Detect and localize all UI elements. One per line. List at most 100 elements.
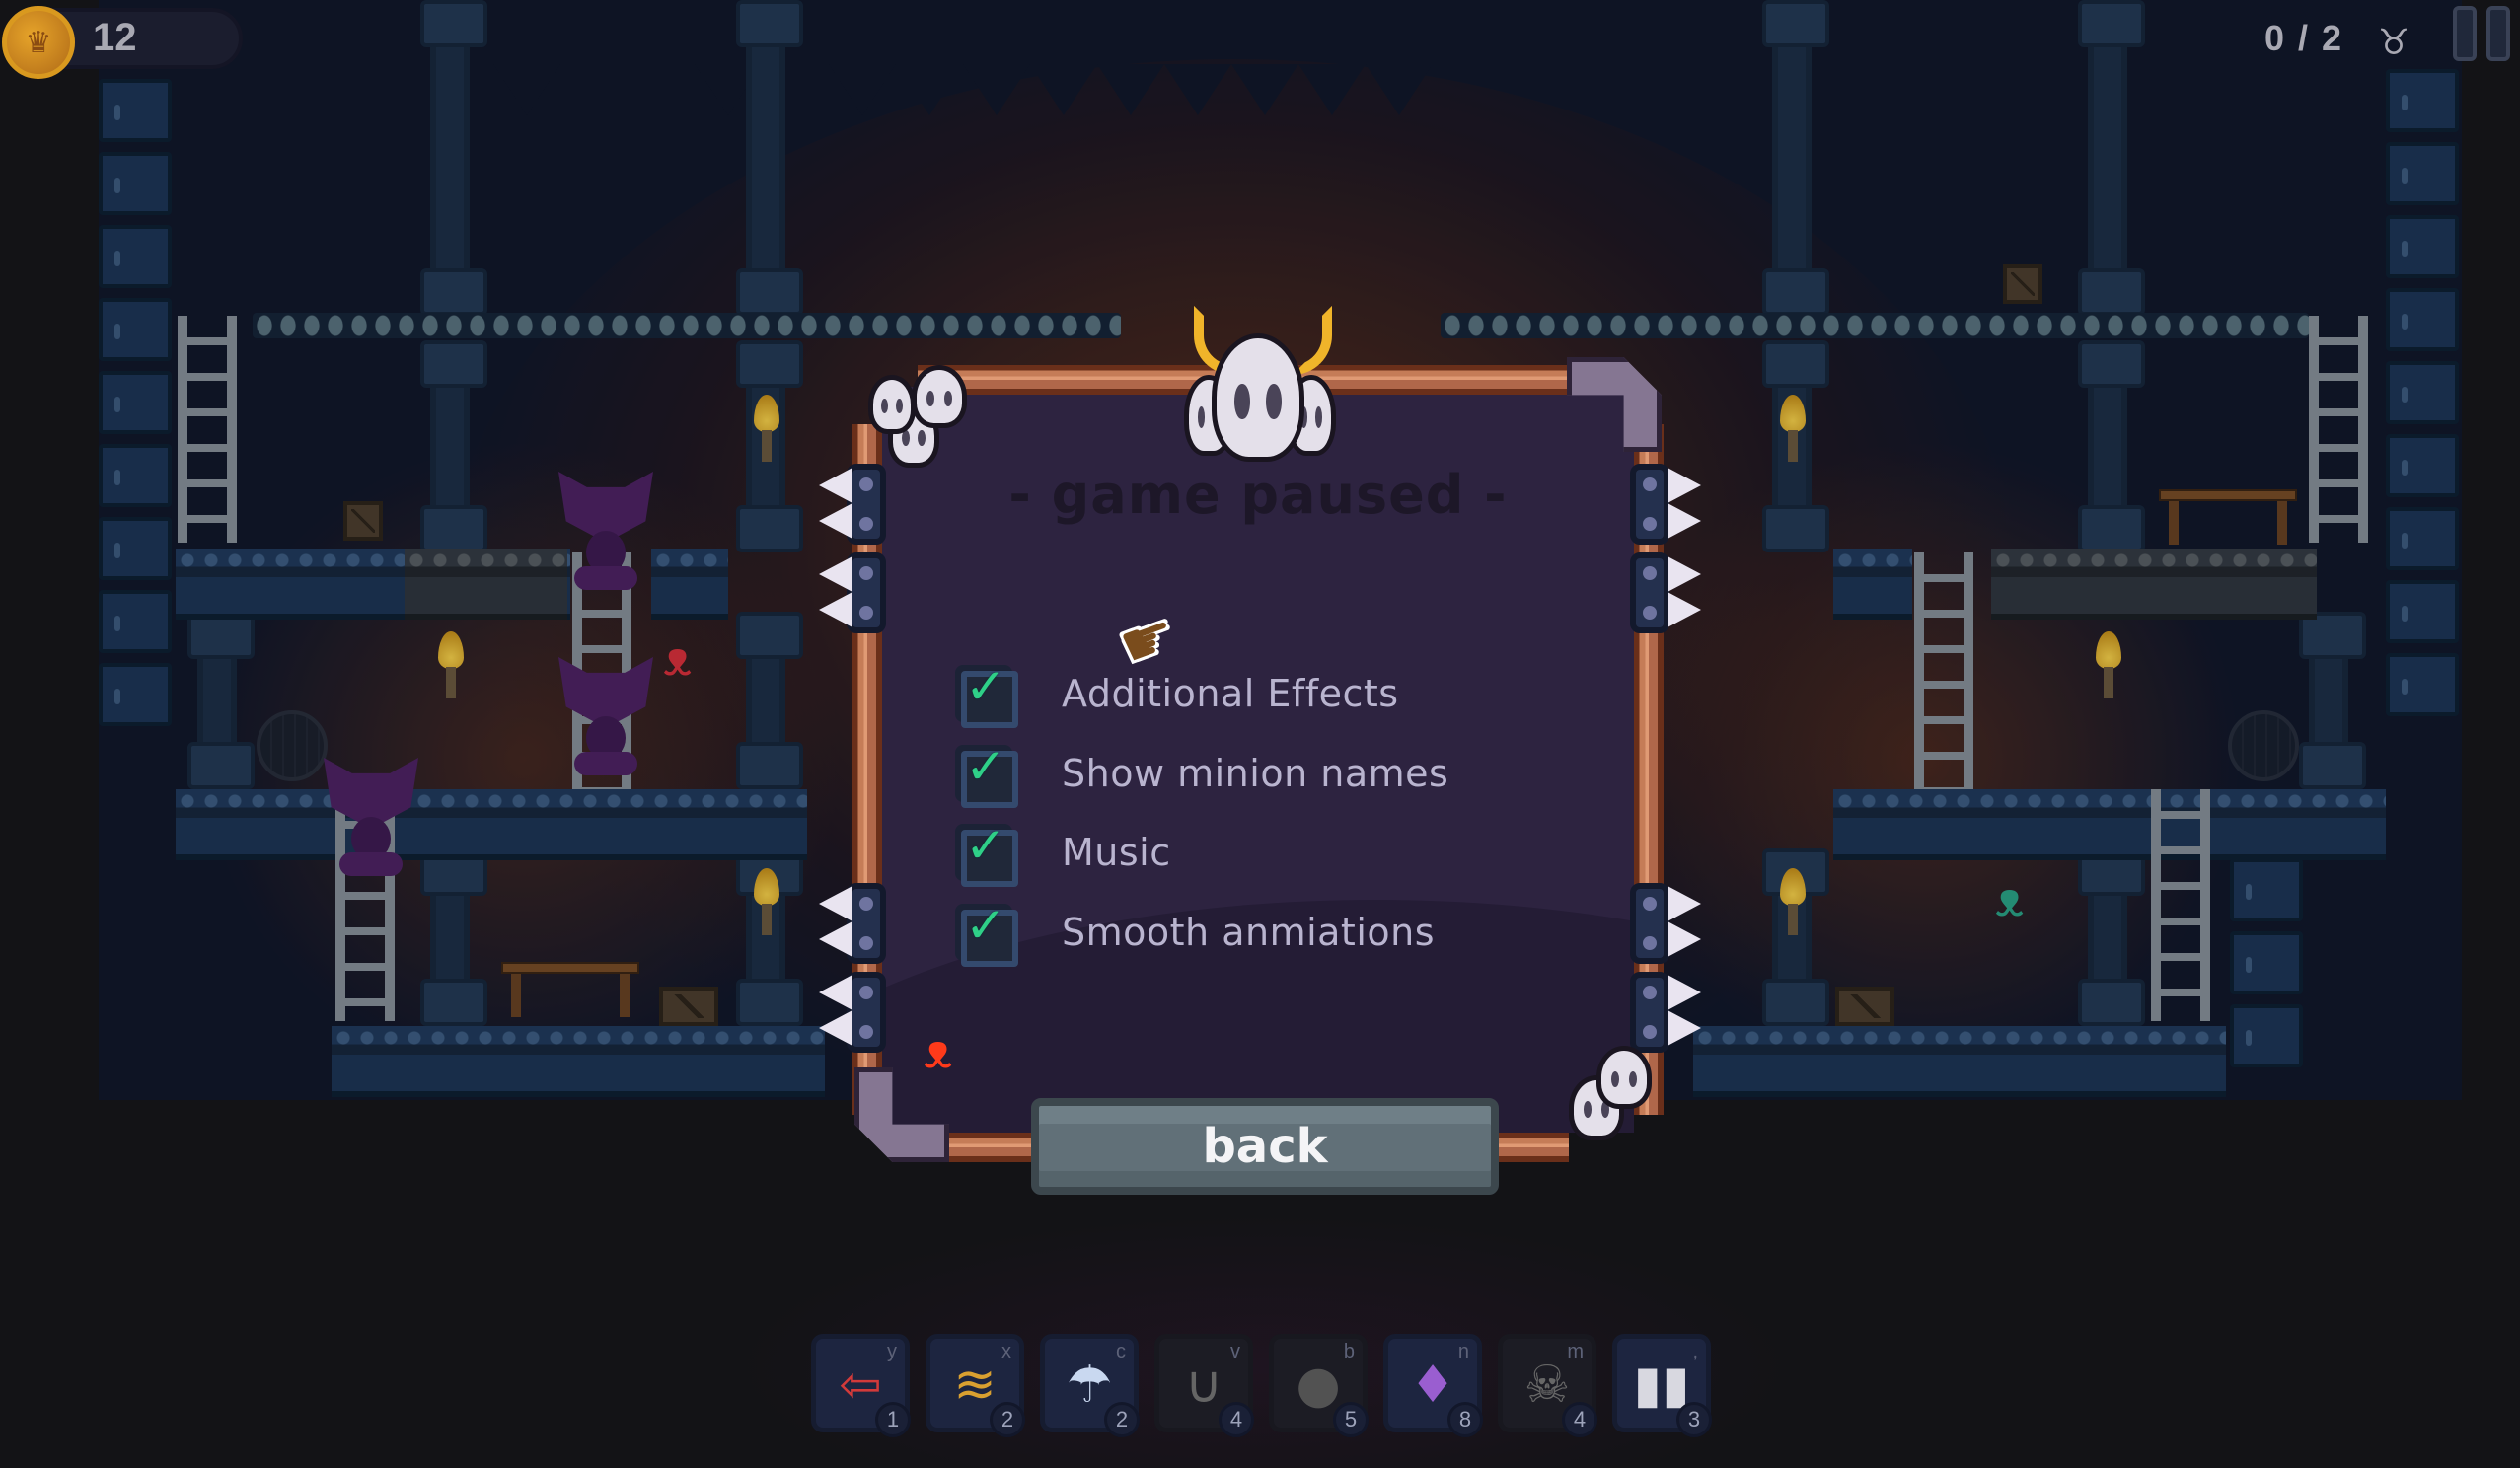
spike <box>819 975 852 1010</box>
torch <box>750 868 783 937</box>
pillar <box>736 612 803 789</box>
crown-coin-icon: ♛ <box>2 6 75 79</box>
floor-platform <box>1833 789 2386 860</box>
purple-minion[interactable] <box>558 472 653 590</box>
item-toolbar: ⇦ y 1 ≋ x 2 ☂ c 2 ∪ v 4 ● b 5 ♦ n 8 ☠ m 4 ▮▮, 3 <box>811 1334 1712 1437</box>
hotkey-label: v <box>1230 1341 1240 1362</box>
item-count-badge: 2 <box>1104 1402 1140 1437</box>
hotkey-label: n <box>1457 1341 1469 1362</box>
left-wall <box>99 79 172 726</box>
spike <box>819 592 852 627</box>
item-count-badge: 3 <box>1676 1402 1712 1437</box>
ceiling-spike <box>1164 64 1231 115</box>
frame-bracket <box>847 972 886 1053</box>
toolbar-slot-magnet[interactable]: ∪ v 4 <box>1154 1334 1254 1437</box>
ceiling-spike <box>1097 64 1164 115</box>
pillar <box>187 612 255 789</box>
option-show-minion-names[interactable]: ✓ Show minion names <box>955 741 1449 808</box>
option-smooth-animations[interactable]: ✓ Smooth anmiations <box>955 897 1436 967</box>
sewer-grate <box>2228 710 2299 781</box>
crate <box>1835 987 1894 1026</box>
toolbar-slot-onion[interactable]: ♦ n 8 <box>1383 1334 1483 1437</box>
option-music[interactable]: ✓ Music <box>955 817 1171 887</box>
pillar <box>2078 848 2145 1026</box>
toolbar-slot-rocket-boots[interactable]: ▮▮, 3 <box>1612 1334 1712 1437</box>
toolbar-slot-umbrella[interactable]: ☂ c 2 <box>1040 1334 1140 1437</box>
ladder <box>178 316 237 543</box>
right-wall <box>2386 69 2459 716</box>
table-with-food <box>501 962 639 1017</box>
toolbar-slot-skull-cloak[interactable]: ☠ m 4 <box>1498 1334 1597 1437</box>
hotkey-label: c <box>1116 1341 1126 1362</box>
ladder <box>2151 789 2210 1021</box>
toolbar-slot-spring[interactable]: ≋ x 2 <box>926 1334 1025 1437</box>
ladder <box>1914 552 1973 789</box>
sewer-grate <box>257 710 328 781</box>
checkbox[interactable]: ✓ <box>955 897 1018 967</box>
ceiling-spike <box>560 64 628 115</box>
option-label: Additional Effects <box>1062 672 1399 715</box>
horned-skull-ornament <box>1212 333 1304 462</box>
table-with-food <box>2159 489 2297 545</box>
ceiling-spike <box>493 64 560 115</box>
ceiling-spike <box>829 64 896 115</box>
pillar <box>2078 340 2145 552</box>
pillar <box>420 848 487 1026</box>
torch <box>2092 631 2125 700</box>
checkbox[interactable]: ✓ <box>955 742 1018 808</box>
spike <box>819 1010 852 1046</box>
item-count-badge: 1 <box>875 1402 911 1437</box>
right-inner-wall <box>2230 858 2303 1067</box>
spike <box>819 503 852 539</box>
back-button[interactable]: back <box>1031 1098 1499 1195</box>
option-label: Smooth anmiations <box>1062 911 1436 954</box>
toolbar-slot-bomb[interactable]: ● b 5 <box>1269 1334 1369 1437</box>
floor-platform <box>1991 549 2317 620</box>
option-label: Show minion names <box>1062 752 1449 795</box>
hotkey-label: m <box>1567 1341 1584 1362</box>
floor-platform <box>651 549 728 620</box>
teal-minion-scribble: ᴥ <box>1995 872 2025 927</box>
spike <box>819 468 852 503</box>
spike <box>1668 556 1701 592</box>
floor-platform <box>332 1026 825 1097</box>
spike <box>819 921 852 957</box>
item-count-badge: 2 <box>990 1402 1025 1437</box>
checkbox[interactable]: ✓ <box>955 817 1018 887</box>
spike <box>1668 1010 1701 1046</box>
hotkey-label: b <box>1343 1341 1355 1362</box>
pause-icon-bar <box>2486 6 2510 61</box>
spike <box>1668 921 1701 957</box>
item-count-badge: 5 <box>1333 1402 1369 1437</box>
pause-button[interactable] <box>2453 6 2514 63</box>
floor-platform <box>405 549 567 620</box>
spike <box>1668 592 1701 627</box>
back-label: back <box>1202 1119 1328 1174</box>
ceiling-spike <box>963 64 1030 115</box>
ladder <box>2309 316 2368 543</box>
pause-dialog: - game paused - ✓ Additional Effects ✓ S… <box>819 306 1701 1162</box>
checkbox[interactable]: ✓ <box>955 658 1018 728</box>
pause-icon-bar <box>2453 6 2477 61</box>
spike <box>1668 468 1701 503</box>
spike <box>819 556 852 592</box>
checkmark-icon: ✓ <box>965 658 1006 715</box>
floor-platform <box>1693 1026 2226 1097</box>
goal-progress: 0 / 2 <box>2264 18 2344 58</box>
top-rail <box>1441 313 2309 338</box>
purple-minion[interactable] <box>324 758 418 876</box>
checkmark-icon: ✓ <box>965 897 1006 954</box>
pillar <box>420 340 487 552</box>
pillar <box>2078 0 2145 316</box>
ceiling-spike <box>628 64 695 115</box>
ceiling-spike <box>1030 64 1097 115</box>
pillar <box>420 0 487 316</box>
pillar <box>2299 612 2366 789</box>
crate <box>343 501 383 541</box>
skull-ornament <box>912 365 967 428</box>
skull-ornament <box>868 375 916 434</box>
floor-platform <box>1833 549 1912 620</box>
purple-minion[interactable] <box>558 657 653 775</box>
toolbar-slot-arrow-sign[interactable]: ⇦ y 1 <box>811 1334 911 1437</box>
checkmark-icon: ✓ <box>965 817 1006 874</box>
